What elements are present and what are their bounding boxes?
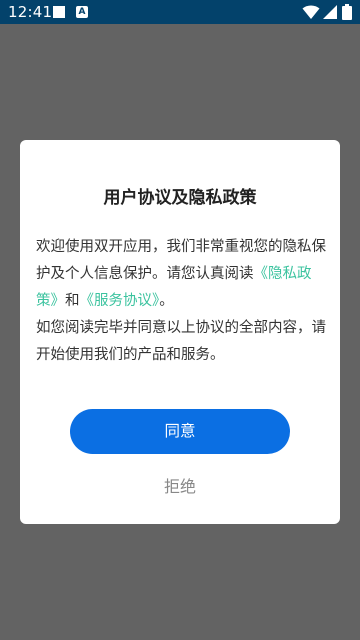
privacy-dialog: 用户协议及隐私政策 欢迎使用双开应用，我们非常重视您的隐私保护及个人信息保护。请… — [20, 140, 340, 524]
dialog-title: 用户协议及隐私政策 — [103, 188, 257, 208]
a-notification-icon: A — [76, 6, 88, 18]
wifi-icon — [302, 5, 320, 19]
status-time: 12:41 — [8, 3, 53, 21]
system-icons — [302, 4, 354, 20]
cellular-signal-icon — [323, 5, 337, 19]
status-bar: 12:41 A — [0, 0, 360, 24]
battery-icon — [342, 4, 352, 20]
agree-button[interactable]: 同意 — [70, 409, 290, 454]
body-conjunction-text: 和 — [65, 293, 80, 309]
square-notification-icon — [53, 6, 65, 18]
reject-button[interactable]: 拒绝 — [130, 472, 230, 502]
service-agreement-link[interactable]: 《服务协议》 — [80, 293, 160, 309]
body-second-paragraph: 如您阅读完毕并同意以上协议的全部内容，请开始使用我们的产品和服务。 — [36, 320, 326, 363]
body-period-text: 。 — [159, 293, 174, 309]
dialog-body: 欢迎使用双开应用，我们非常重视您的隐私保护及个人信息保护。请您认真阅读《隐私政策… — [36, 234, 328, 369]
